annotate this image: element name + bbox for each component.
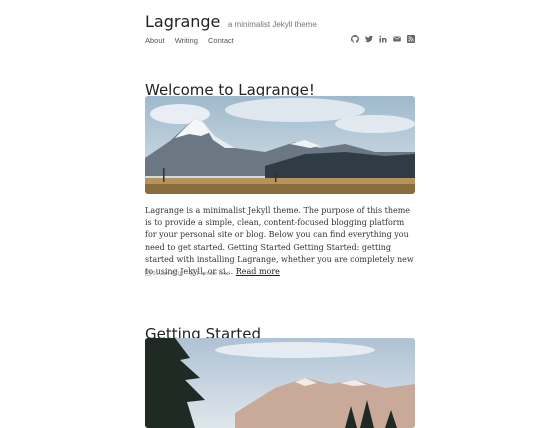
nav-about[interactable]: About <box>145 36 165 45</box>
calendar-icon <box>145 270 151 278</box>
post-hero-image[interactable] <box>145 338 415 428</box>
rss-icon[interactable] <box>407 35 415 43</box>
social-links <box>351 35 415 43</box>
nav-writing[interactable]: Writing <box>175 36 198 45</box>
clock-icon <box>188 270 195 278</box>
linkedin-icon[interactable] <box>379 35 387 43</box>
email-icon[interactable] <box>393 35 401 43</box>
nav-contact[interactable]: Contact <box>208 36 234 45</box>
site-name[interactable]: Lagrange <box>145 12 220 31</box>
post-hero-image[interactable] <box>145 96 415 194</box>
post-excerpt-text: Lagrange is a minimalist Jekyll theme. T… <box>145 206 414 277</box>
post-meta: 01 Jan 2016 - 1 minute read <box>145 270 230 278</box>
twitter-icon[interactable] <box>365 35 373 43</box>
post-date: 01 Jan 2016 <box>152 270 183 277</box>
read-more-link[interactable]: Read more <box>236 267 280 276</box>
site-header: Lagrange a minimalist Jekyll theme <box>145 12 317 32</box>
site-tagline: a minimalist Jekyll theme <box>227 20 317 29</box>
post-excerpt: Lagrange is a minimalist Jekyll theme. T… <box>145 205 417 278</box>
github-icon[interactable] <box>351 35 359 43</box>
reading-time: 1 minute read <box>196 270 230 277</box>
meta-separator: - <box>184 270 187 277</box>
main-nav: About Writing Contact <box>145 36 242 45</box>
